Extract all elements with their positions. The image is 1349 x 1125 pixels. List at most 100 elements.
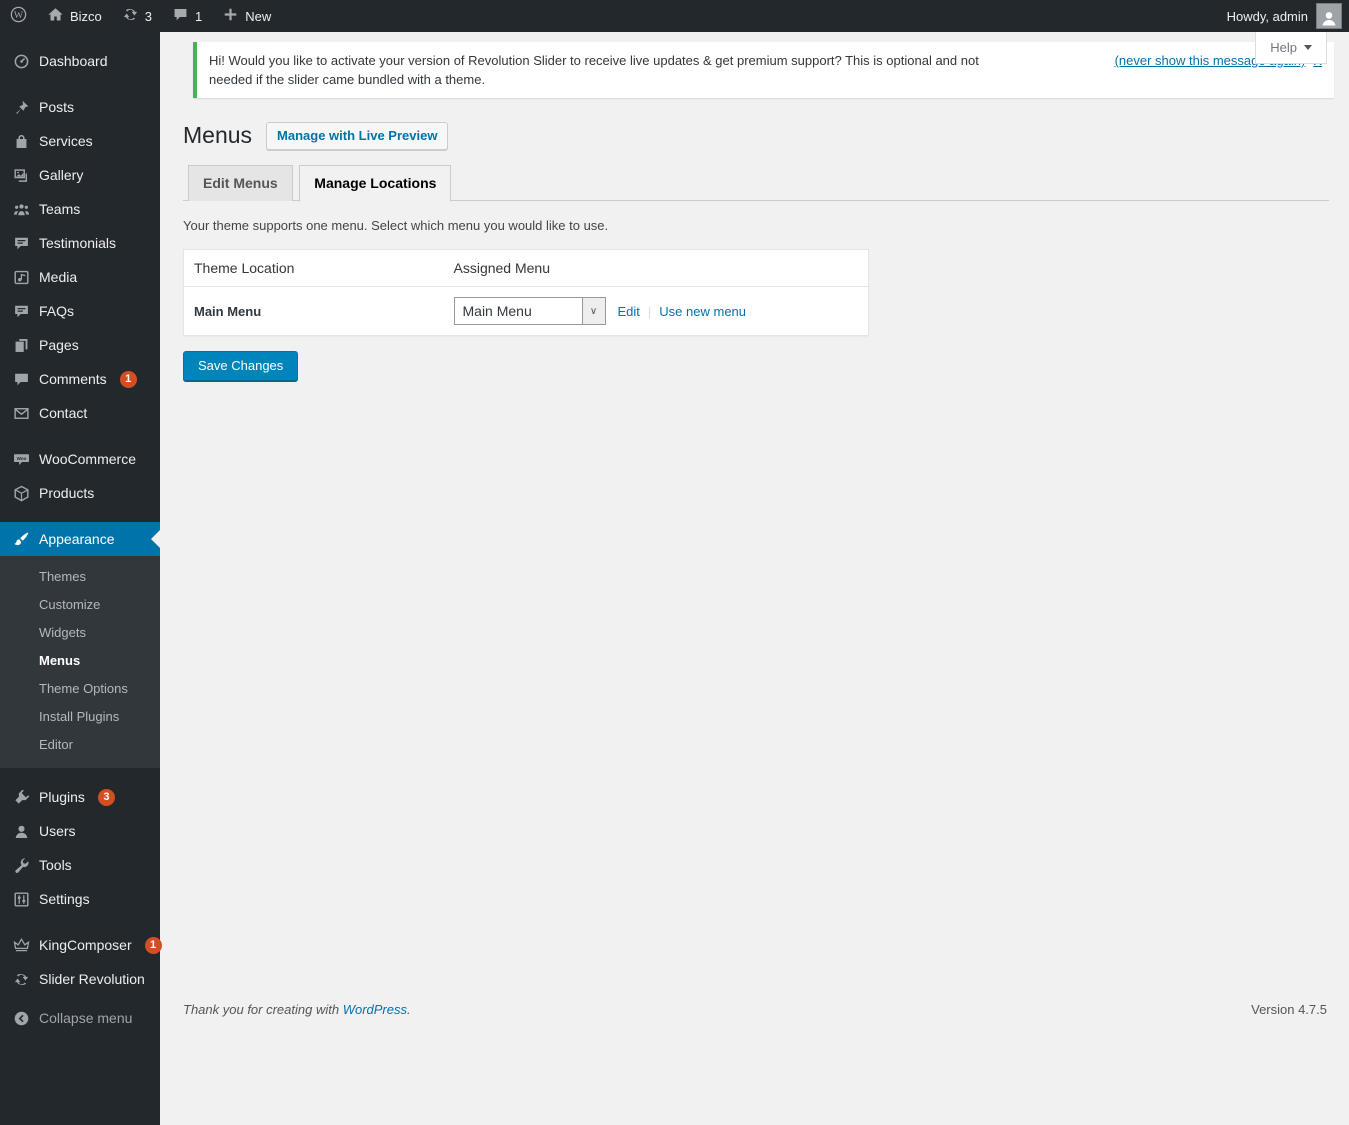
admin-sidebar: Dashboard Posts Services Gallery Teams Testim… — [0, 32, 160, 1125]
sidebar-item-slider-revolution[interactable]: Slider Revolution — [0, 962, 160, 996]
sidebar-item-label: Posts — [39, 98, 74, 116]
submenu-item-widgets[interactable]: Widgets — [0, 619, 160, 647]
submenu-item-customize[interactable]: Customize — [0, 591, 160, 619]
sidebar-item-label: Slider Revolution — [39, 970, 145, 988]
user-icon — [12, 822, 30, 840]
sidebar-item-services[interactable]: Services — [0, 124, 160, 158]
menu-separator — [0, 78, 160, 90]
tab-manage-locations[interactable]: Manage Locations — [299, 165, 451, 202]
tab-edit-menus[interactable]: Edit Menus — [188, 165, 293, 201]
sidebar-item-products[interactable]: Products — [0, 476, 160, 510]
admin-bar: W Bizco 3 1 New How — [0, 0, 1349, 32]
chevron-down-icon — [1304, 45, 1312, 54]
sidebar-item-label: Products — [39, 484, 94, 502]
sidebar-item-pages[interactable]: Pages — [0, 328, 160, 362]
sidebar-item-posts[interactable]: Posts — [0, 90, 160, 124]
updates-menu[interactable]: 3 — [112, 0, 162, 32]
table-row: Main Menu Main Menu ∨ Edit | Use new men… — [184, 287, 869, 336]
current-menu-arrow — [151, 530, 160, 548]
sidebar-item-label: Plugins — [39, 788, 85, 806]
menu-separator — [0, 510, 160, 522]
sidebar-item-woocommerce[interactable]: Woo WooCommerce — [0, 442, 160, 476]
slider-revolution-icon — [12, 970, 30, 988]
sidebar-item-label: Services — [39, 132, 93, 150]
svg-text:Woo: Woo — [16, 456, 26, 461]
sidebar-item-label: Gallery — [39, 166, 83, 184]
sidebar-item-label: Testimonials — [39, 234, 116, 252]
sidebar-item-contact[interactable]: Contact — [0, 396, 160, 430]
sidebar-item-label: KingComposer — [39, 936, 132, 954]
submenu-item-theme-options[interactable]: Theme Options — [0, 675, 160, 703]
sidebar-item-media[interactable]: Media — [0, 260, 160, 294]
assigned-menu-select[interactable]: Main Menu ∨ — [454, 297, 606, 325]
help-label: Help — [1270, 40, 1297, 55]
svg-text:W: W — [14, 10, 24, 21]
wordpress-logo-menu[interactable]: W — [0, 0, 37, 32]
notice-text: Hi! Would you like to activate your vers… — [209, 51, 1009, 89]
page-description: Your theme supports one menu. Select whi… — [183, 218, 1329, 233]
link-separator: | — [648, 304, 651, 319]
admin-footer: Thank you for creating with WordPress. V… — [183, 1002, 1329, 1017]
select-chevron-icon: ∨ — [582, 298, 605, 324]
howdy-text: Howdy, admin — [1227, 9, 1308, 24]
sidebar-item-kingcomposer[interactable]: KingComposer1 — [0, 928, 160, 962]
count-badge: 3 — [98, 789, 115, 806]
sidebar-item-dashboard[interactable]: Dashboard — [0, 44, 160, 78]
use-new-menu-link[interactable]: Use new menu — [659, 304, 746, 319]
sidebar-item-settings[interactable]: Settings — [0, 882, 160, 916]
site-name: Bizco — [70, 9, 102, 24]
appearance-submenu: ThemesCustomizeWidgetsMenusTheme Options… — [0, 556, 160, 768]
sidebar-item-label: FAQs — [39, 302, 74, 320]
wordpress-link[interactable]: WordPress — [343, 1002, 407, 1017]
collapse-arrow-icon — [12, 1009, 30, 1027]
sidebar-item-gallery[interactable]: Gallery — [0, 158, 160, 192]
submenu-item-menus[interactable]: Menus — [0, 647, 160, 675]
sidebar-item-teams[interactable]: Teams — [0, 192, 160, 226]
sidebar-item-collapse-menu[interactable]: Collapse menu — [0, 1001, 160, 1035]
testimonial-bubble-icon — [12, 234, 30, 252]
product-box-icon — [12, 484, 30, 502]
paintbrush-icon — [12, 530, 30, 548]
sidebar-item-appearance[interactable]: Appearance — [0, 522, 160, 556]
sidebar-item-tools[interactable]: Tools — [0, 848, 160, 882]
new-menu[interactable]: New — [212, 0, 281, 32]
home-icon — [47, 6, 64, 26]
page-title: Menus — [183, 121, 252, 150]
updates-count: 3 — [145, 9, 152, 24]
selected-menu-value: Main Menu — [455, 298, 582, 324]
account-menu[interactable]: Howdy, admin — [1227, 0, 1349, 32]
revslider-notice: Hi! Would you like to activate your vers… — [193, 42, 1334, 98]
help-tab[interactable]: Help — [1255, 32, 1327, 64]
sidebar-item-label: Contact — [39, 404, 87, 422]
sidebar-item-faqs[interactable]: FAQs — [0, 294, 160, 328]
sidebar-item-label: Tools — [39, 856, 72, 874]
save-changes-button[interactable]: Save Changes — [183, 351, 298, 381]
dashboard-icon — [12, 52, 30, 70]
sidebar-menu: Dashboard Posts Services Gallery Teams Testim… — [0, 44, 160, 1035]
submenu-item-install-plugins[interactable]: Install Plugins — [0, 703, 160, 731]
column-header-theme-location: Theme Location — [184, 250, 444, 287]
media-icon — [12, 268, 30, 286]
submenu-item-themes[interactable]: Themes — [0, 563, 160, 591]
count-badge: 1 — [120, 371, 137, 388]
sidebar-item-label: WooCommerce — [39, 450, 136, 468]
sidebar-item-comments[interactable]: Comments 1 — [0, 362, 160, 396]
sidebar-item-label: Media — [39, 268, 77, 286]
edit-menu-link[interactable]: Edit — [618, 304, 640, 319]
comments-menu[interactable]: 1 — [162, 0, 212, 32]
sidebar-item-users[interactable]: Users — [0, 814, 160, 848]
sidebar-item-testimonials[interactable]: Testimonials — [0, 226, 160, 260]
plug-icon — [12, 788, 30, 806]
manage-live-preview-button[interactable]: Manage with Live Preview — [266, 122, 448, 150]
comment-icon — [12, 370, 30, 388]
menu-separator — [0, 916, 160, 928]
nav-tabs: Edit Menus Manage Locations — [183, 164, 1329, 201]
wordpress-logo-icon: W — [10, 6, 27, 26]
sidebar-item-label: Collapse menu — [39, 1009, 132, 1027]
sidebar-item-label: Comments — [39, 370, 107, 388]
menu-locations-table: Theme Location Assigned Menu Main Menu M… — [183, 249, 869, 336]
pushpin-icon — [12, 98, 30, 116]
site-menu[interactable]: Bizco — [37, 0, 112, 32]
submenu-item-editor[interactable]: Editor — [0, 731, 160, 759]
sidebar-item-plugins[interactable]: Plugins 3 — [0, 780, 160, 814]
